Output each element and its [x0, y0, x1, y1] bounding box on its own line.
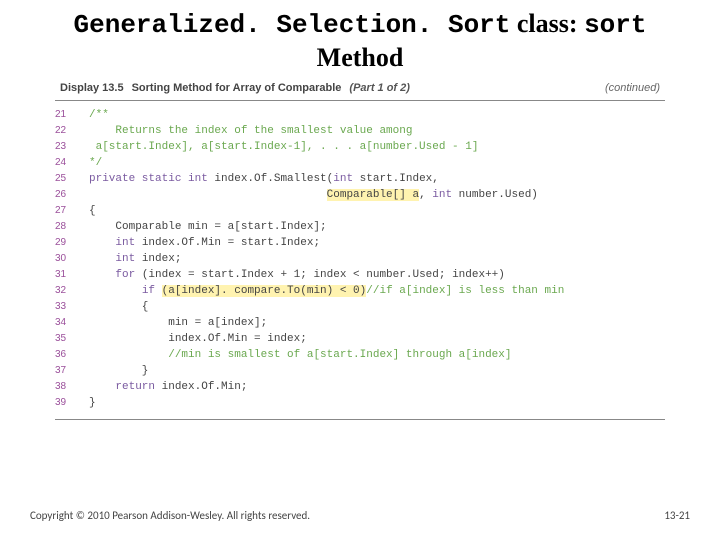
code-text: for (index = start.Index + 1; index < nu… — [83, 267, 505, 283]
code-line: 37 } — [55, 363, 665, 379]
code-line: 39} — [55, 395, 665, 411]
code-line: 28 Comparable min = a[start.Index]; — [55, 219, 665, 235]
code-line: 25private static int index.Of.Smallest(i… — [55, 171, 665, 187]
code-line: 24*/ — [55, 155, 665, 171]
code-line: 23 a[start.Index], a[start.Index-1], . .… — [55, 139, 665, 155]
line-number: 28 — [55, 219, 83, 235]
line-number: 23 — [55, 139, 83, 155]
line-number: 35 — [55, 331, 83, 347]
line-number: 26 — [55, 187, 83, 203]
code-line: 27{ — [55, 203, 665, 219]
display-header: Display 13.5 Sorting Method for Array of… — [0, 80, 720, 100]
code-text: Comparable min = a[start.Index]; — [83, 219, 327, 235]
code-line: 33 { — [55, 299, 665, 315]
page-number: 13-21 — [664, 509, 690, 522]
code-text: } — [83, 395, 96, 411]
code-text: min = a[index]; — [83, 315, 267, 331]
line-number: 32 — [55, 283, 83, 299]
code-text: { — [83, 299, 148, 315]
line-number: 33 — [55, 299, 83, 315]
title-line2: Method — [317, 43, 404, 72]
code-text: /** — [83, 107, 109, 123]
display-part: (Part 1 of 2) — [349, 82, 410, 94]
title-joiner: class: — [510, 9, 584, 38]
line-number: 37 — [55, 363, 83, 379]
code-line: 29 int index.Of.Min = start.Index; — [55, 235, 665, 251]
line-number: 29 — [55, 235, 83, 251]
code-text: */ — [83, 155, 102, 171]
line-number: 24 — [55, 155, 83, 171]
code-text: return index.Of.Min; — [83, 379, 247, 395]
line-number: 31 — [55, 267, 83, 283]
code-line: 32 if (a[index]. compare.To(min) < 0)//i… — [55, 283, 665, 299]
code-text: int index.Of.Min = start.Index; — [83, 235, 320, 251]
code-text: //min is smallest of a[start.Index] thro… — [83, 347, 511, 363]
code-line: 30 int index; — [55, 251, 665, 267]
code-text: a[start.Index], a[start.Index-1], . . . … — [83, 139, 478, 155]
code-text: Returns the index of the smallest value … — [83, 123, 412, 139]
code-text: { — [83, 203, 96, 219]
line-number: 34 — [55, 315, 83, 331]
display-number: Display 13.5 — [60, 82, 124, 94]
line-number: 36 — [55, 347, 83, 363]
code-line: 34 min = a[index]; — [55, 315, 665, 331]
line-number: 21 — [55, 107, 83, 123]
line-number: 38 — [55, 379, 83, 395]
title-class-name: Generalized. Selection. Sort — [74, 10, 511, 40]
code-text: } — [83, 363, 148, 379]
code-text: private static int index.Of.Smallest(int… — [83, 171, 439, 187]
line-number: 27 — [55, 203, 83, 219]
slide-title: Generalized. Selection. Sort class: sort… — [0, 0, 720, 80]
code-text: Comparable[] a, int number.Used) — [83, 187, 538, 203]
title-method-name: sort — [584, 10, 646, 40]
divider-top — [55, 100, 665, 101]
display-continued: (continued) — [605, 82, 660, 94]
code-line: 38 return index.Of.Min; — [55, 379, 665, 395]
line-number: 22 — [55, 123, 83, 139]
code-line: 36 //min is smallest of a[start.Index] t… — [55, 347, 665, 363]
code-listing: 21/**22 Returns the index of the smalles… — [0, 107, 720, 411]
line-number: 39 — [55, 395, 83, 411]
line-number: 25 — [55, 171, 83, 187]
code-line: 31 for (index = start.Index + 1; index <… — [55, 267, 665, 283]
code-line: 22 Returns the index of the smallest val… — [55, 123, 665, 139]
slide-footer: Copyright © 2010 Pearson Addison-Wesley.… — [0, 509, 720, 522]
code-line: 26 Comparable[] a, int number.Used) — [55, 187, 665, 203]
code-line: 35 index.Of.Min = index; — [55, 331, 665, 347]
line-number: 30 — [55, 251, 83, 267]
display-title: Sorting Method for Array of Comparable — [132, 82, 342, 94]
code-text: if (a[index]. compare.To(min) < 0)//if a… — [83, 283, 564, 299]
code-text: int index; — [83, 251, 181, 267]
copyright-text: Copyright © 2010 Pearson Addison-Wesley.… — [30, 509, 310, 522]
code-line: 21/** — [55, 107, 665, 123]
divider-bottom — [55, 419, 665, 420]
code-text: index.Of.Min = index; — [83, 331, 307, 347]
